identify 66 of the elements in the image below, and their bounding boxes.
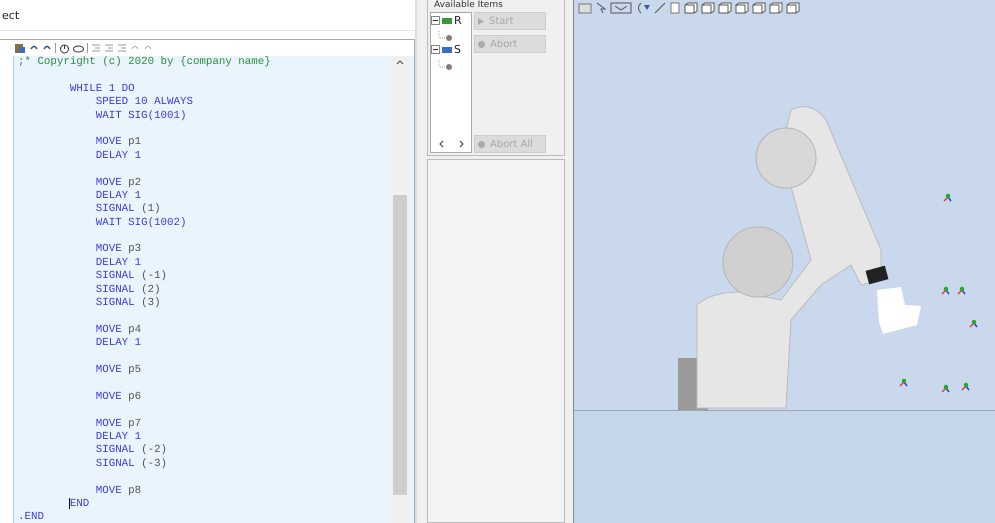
scroll-left-icon[interactable] <box>438 140 444 148</box>
cube-view-icon[interactable] <box>718 2 732 14</box>
coordinate-frame-icon <box>961 382 970 391</box>
cube-view-icon[interactable] <box>684 2 698 14</box>
code-line: SIGNAL (2) <box>94 284 161 296</box>
code-line: WHILE 1 DO <box>68 82 135 95</box>
code-line: .END <box>18 511 44 523</box>
cube-view-icon[interactable] <box>752 2 766 14</box>
vertical-scrollbar[interactable] <box>392 56 408 523</box>
code-comment: ;* Copyright (c) 2020 by {company name} <box>18 56 271 68</box>
cube-view-icon[interactable] <box>701 2 715 14</box>
cube-view-icon[interactable] <box>769 2 783 14</box>
indent-icon[interactable] <box>91 43 101 53</box>
dropdown-icon[interactable] <box>635 2 651 14</box>
code-line: MOVE p1 <box>94 136 142 148</box>
play-icon <box>478 18 484 24</box>
indent-icon[interactable] <box>104 43 114 53</box>
group-label: Available Items <box>433 0 504 11</box>
code-line: SIGNAL (-2) <box>94 444 168 456</box>
code-line: SIGNAL (3) <box>94 297 161 310</box>
coordinate-frame-icon <box>899 378 908 387</box>
coordinate-frame-icon <box>969 320 978 328</box>
code-line: MOVE p4 <box>94 324 142 336</box>
task-dot-icon[interactable] <box>437 31 453 43</box>
code-line: MOVE p7 <box>94 418 142 430</box>
tree-item[interactable]: S <box>431 42 471 57</box>
code-line: MOVE p8 <box>94 484 142 496</box>
code-line: MOVE p3 <box>94 243 142 256</box>
task-dot-icon[interactable] <box>437 60 453 72</box>
cube-view-icon[interactable] <box>735 2 749 14</box>
code-line: MOVE p2 <box>94 176 142 189</box>
code-line: DELAY 1 <box>94 150 142 162</box>
collapse-icon[interactable] <box>431 45 440 54</box>
code-line: DELAY 1 <box>94 256 142 269</box>
dot-icon <box>478 40 485 48</box>
code-line: WAIT SIG(1001) <box>94 110 186 122</box>
code-line: SPEED 10 ALWAYS <box>94 96 193 108</box>
server-icon <box>441 46 453 54</box>
rotate-view-icon[interactable] <box>610 2 632 14</box>
robot-icon <box>441 16 453 24</box>
coordinate-frame-icon <box>941 384 950 393</box>
code-line: SIGNAL (1) <box>94 203 161 216</box>
coordinate-frame-icon <box>957 286 966 295</box>
code-line: SIGNAL (-3) <box>94 458 168 470</box>
code-line: WAIT SIG(1002) <box>94 216 186 229</box>
collapse-icon[interactable] <box>431 16 440 25</box>
scroll-right-icon[interactable] <box>458 140 464 148</box>
code-line: DELAY 1 <box>94 337 142 350</box>
dot-icon <box>478 140 485 148</box>
scroll-up-icon[interactable] <box>396 60 404 65</box>
code-line: MOVE p5 <box>94 364 142 376</box>
camera-icon[interactable] <box>578 2 592 14</box>
panel-title: ect <box>2 8 20 22</box>
indent-icon[interactable] <box>117 43 127 53</box>
code-line: SIGNAL (-1) <box>94 270 168 282</box>
coordinate-frame-icon <box>943 194 952 202</box>
page-icon[interactable] <box>669 2 681 14</box>
coordinate-frame-icon <box>941 286 950 295</box>
cube-view-icon[interactable] <box>786 2 800 14</box>
code-line: DELAY 1 <box>94 190 142 202</box>
measure-icon[interactable] <box>654 2 666 14</box>
code-line: DELAY 1 <box>94 430 142 443</box>
paste-icon[interactable] <box>14 42 26 54</box>
code-line: END <box>68 498 90 510</box>
tree-item[interactable]: R <box>431 13 471 28</box>
code-line: MOVE p6 <box>94 390 142 403</box>
